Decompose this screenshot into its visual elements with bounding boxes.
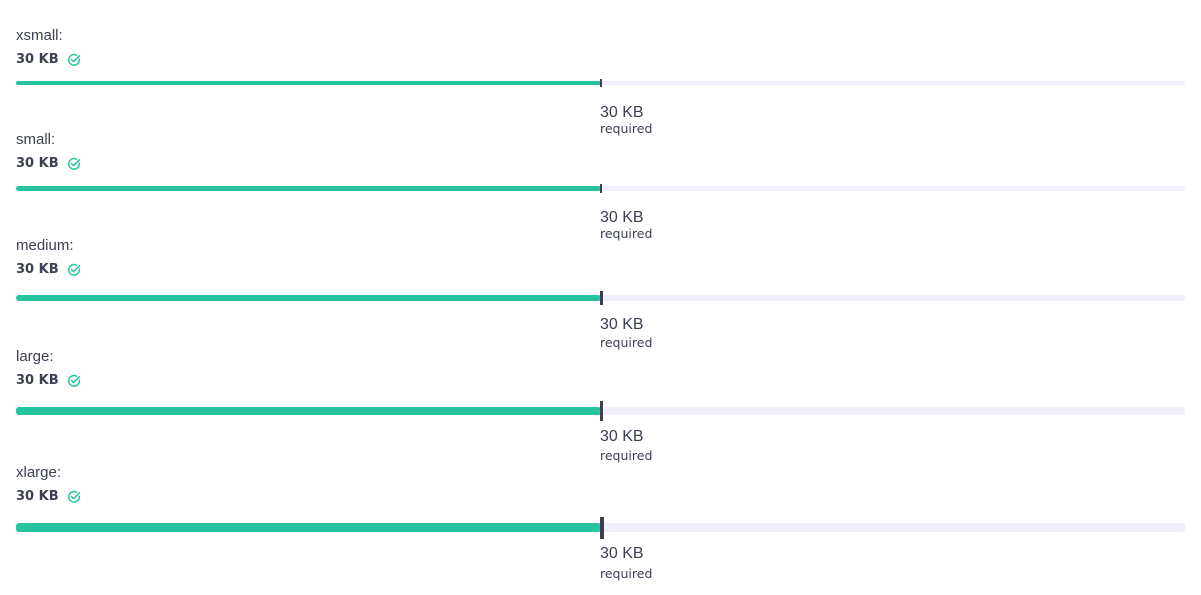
required-marker	[600, 291, 603, 305]
size-value-text: 30 KB	[16, 489, 59, 504]
size-label: medium:	[16, 237, 74, 254]
size-value: 30 KB	[16, 52, 81, 67]
size-progress-track	[16, 517, 1185, 539]
size-progress-fill	[16, 295, 601, 301]
required-marker	[600, 401, 603, 421]
size-value-text: 30 KB	[16, 373, 59, 388]
size-label: xlarge:	[16, 464, 62, 481]
size-progress-fill	[16, 186, 601, 191]
size-label: small:	[16, 131, 56, 148]
required-value: 30 KB	[600, 104, 644, 121]
size-progress-track	[16, 401, 1185, 421]
size-progress-fill	[16, 81, 601, 85]
size-value: 30 KB	[16, 489, 81, 504]
size-progress-track	[16, 184, 1185, 193]
required-label: required	[600, 226, 653, 241]
required-marker	[600, 184, 602, 193]
size-value: 30 KB	[16, 262, 81, 277]
required-label: required	[600, 566, 653, 581]
size-value-text: 30 KB	[16, 52, 59, 67]
check-circle-icon	[67, 53, 81, 67]
required-label: required	[600, 448, 653, 463]
check-circle-icon	[67, 374, 81, 388]
required-value: 30 KB	[600, 545, 644, 562]
required-value: 30 KB	[600, 428, 644, 445]
size-value: 30 KB	[16, 373, 81, 388]
required-value: 30 KB	[600, 209, 644, 226]
check-circle-icon	[67, 157, 81, 171]
required-label: required	[600, 121, 653, 136]
size-value: 30 KB	[16, 156, 81, 171]
required-marker	[600, 517, 604, 539]
size-value-text: 30 KB	[16, 262, 59, 277]
size-progress-fill	[16, 523, 601, 532]
required-marker	[600, 79, 602, 87]
required-label: required	[600, 335, 653, 350]
size-progress-track	[16, 79, 1185, 87]
size-progress-track	[16, 291, 1185, 305]
required-value: 30 KB	[600, 316, 644, 333]
size-label: xsmall:	[16, 27, 63, 44]
size-value-text: 30 KB	[16, 156, 59, 171]
check-circle-icon	[67, 490, 81, 504]
size-progress-fill	[16, 407, 601, 415]
check-circle-icon	[67, 263, 81, 277]
size-label: large:	[16, 348, 54, 365]
